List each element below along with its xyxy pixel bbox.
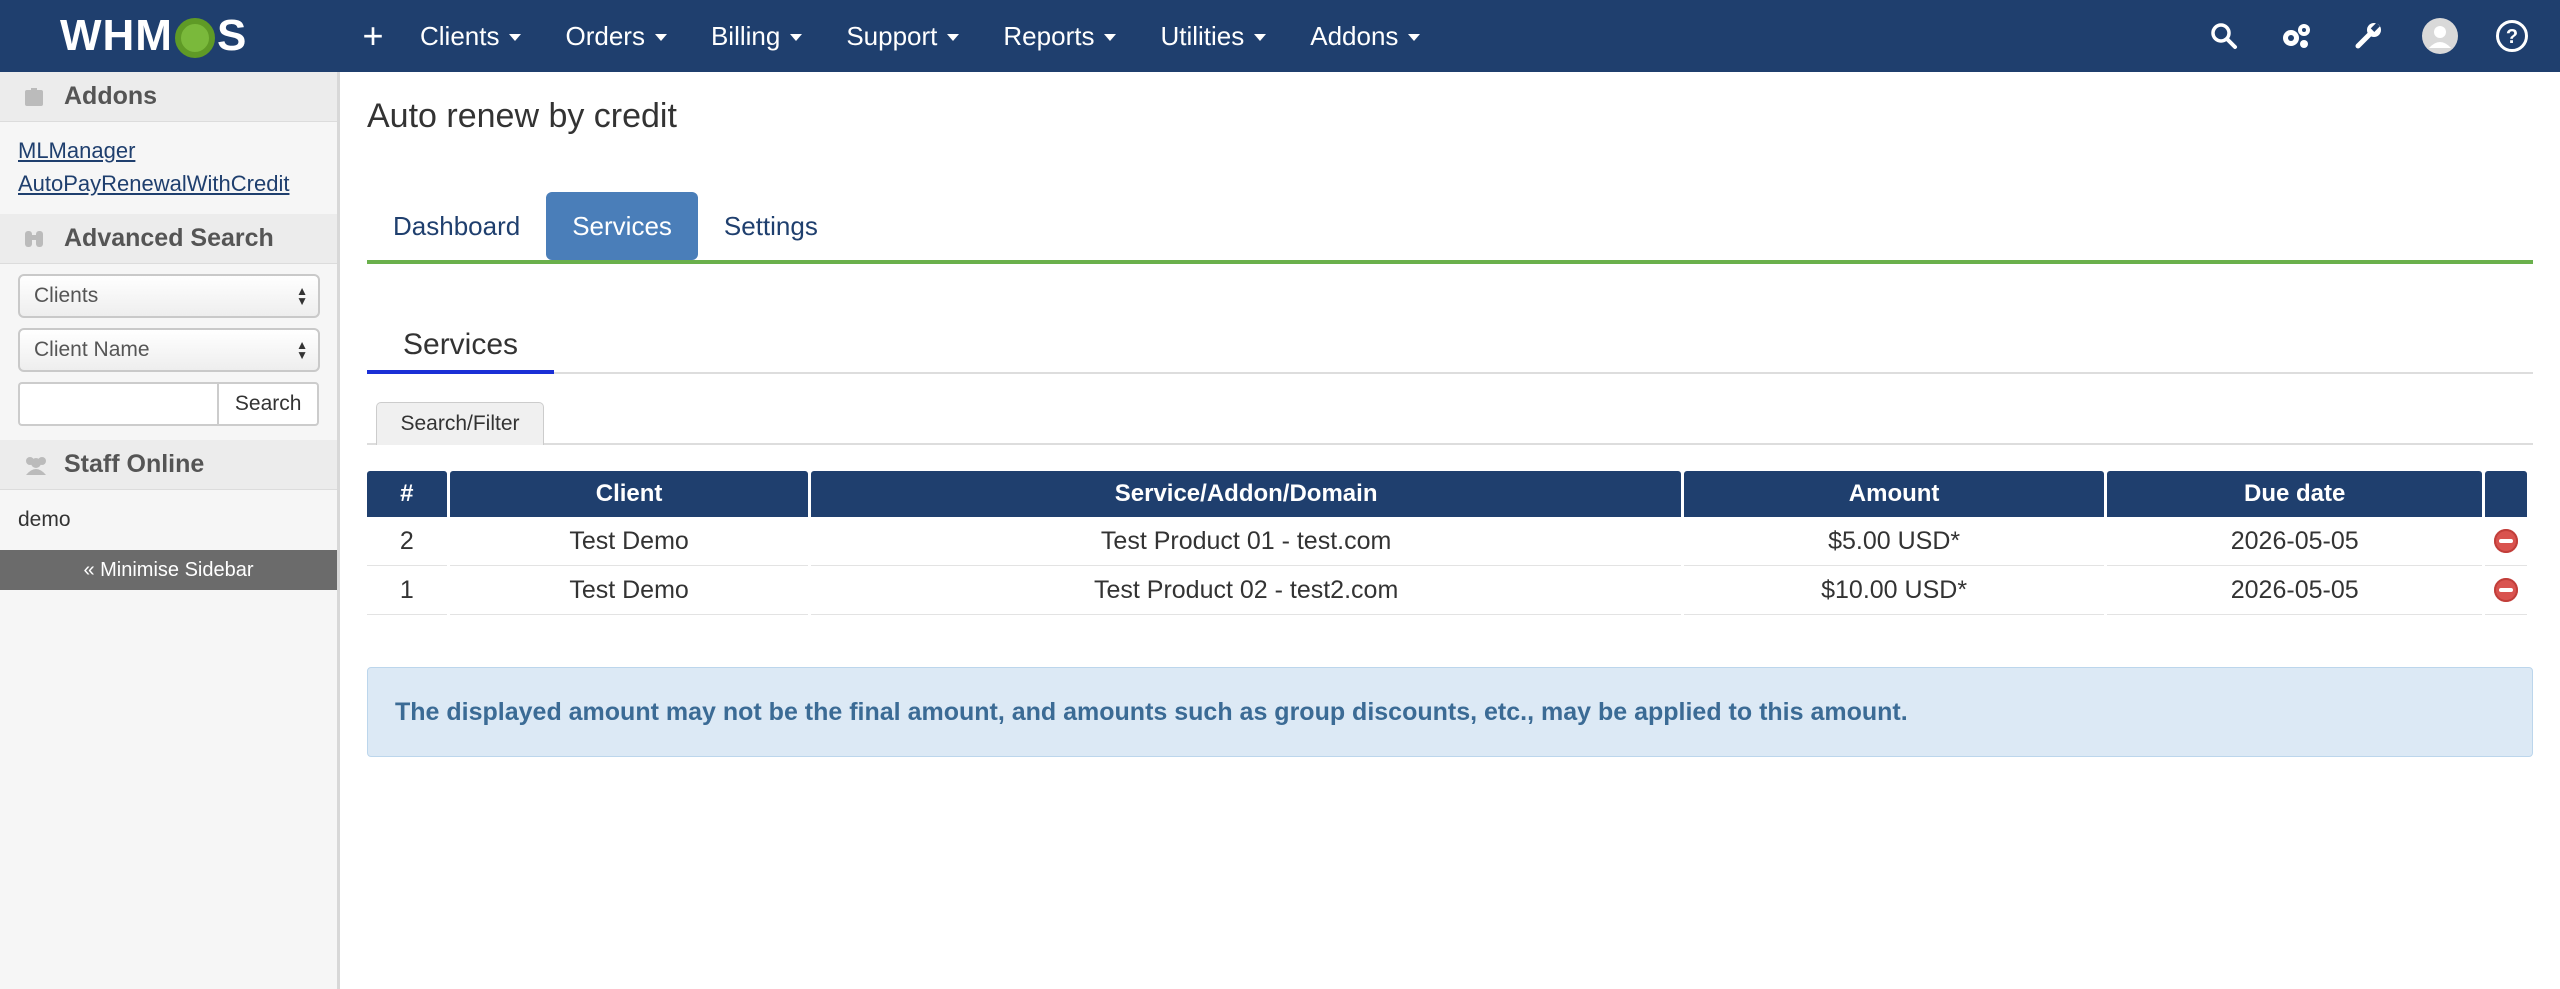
table-header-row: # Client Service/Addon/Domain Amount Due… [367,471,2527,517]
page-title: Auto renew by credit [367,97,677,135]
search-icon[interactable] [2188,0,2260,72]
caret-down-icon [654,34,667,41]
menu-clients[interactable]: Clients [398,0,543,72]
tab-settings[interactable]: Settings [698,192,844,260]
sidebar-advanced-search-header: Advanced Search [0,214,337,264]
col-header-service[interactable]: Service/Addon/Domain [811,471,1681,517]
col-header-id[interactable]: # [367,471,447,517]
logo-text-left: WHM [60,11,173,60]
select-arrows-icon: ▲ ▼ [296,284,308,308]
users-icon [22,453,48,477]
staff-online-user: demo [18,508,71,531]
subtab-services[interactable]: Services [367,320,555,374]
menu-billing-label: Billing [710,20,781,51]
binoculars-icon [22,227,48,251]
caret-down-icon [947,34,960,41]
caret-down-icon [1408,34,1421,41]
cell-client: Test Demo [449,566,809,615]
tab-services[interactable]: Services [546,192,698,260]
help-icon[interactable]: ? [2476,0,2548,72]
gears-icon[interactable] [2260,0,2332,72]
remove-icon[interactable] [2494,577,2519,602]
menu-reports-label: Reports [1003,20,1095,51]
sidebar-addons-links: MLManager AutoPayRenewalWithCredit [0,122,337,214]
remove-icon[interactable] [2494,528,2519,553]
menu-addons-label: Addons [1310,20,1399,51]
cell-due-date: 2026-05-05 [2107,566,2483,615]
whmcs-logo[interactable]: WHM S [0,0,340,72]
top-navbar: WHM S + Clients Orders Billing Support Re… [0,0,2560,72]
cell-id: 1 [367,566,447,615]
menu-orders[interactable]: Orders [543,0,688,72]
sidebar-link-mlmanager[interactable]: MLManager [18,134,319,167]
caret-down-icon [1254,34,1267,41]
wrench-icon[interactable] [2332,0,2404,72]
sidebar-addons-header: Addons [0,72,337,122]
cell-service: Test Product 01 - test.com [811,517,1681,566]
col-header-actions [2485,471,2527,517]
avatar-icon[interactable] [2404,0,2476,72]
sidebar-staff-online-header: Staff Online [0,440,337,490]
cell-due-date: 2026-05-05 [2107,517,2483,566]
sidebar: Addons MLManager AutoPayRenewalWithCredi… [0,72,340,989]
cell-client: Test Demo [449,517,809,566]
cell-amount: $5.00 USD* [1683,517,2105,566]
sidebar-search-input[interactable] [18,382,218,426]
caret-down-icon [790,34,803,41]
search-field-value: Client Name [34,338,150,361]
cube-icon [22,85,48,109]
svg-text:?: ? [2506,26,2518,48]
menu-support-label: Support [846,20,938,51]
cell-id: 2 [367,517,447,566]
main-menu: Clients Orders Billing Support Reports U… [398,0,1442,72]
main-content: Auto renew by credit Dashboard Services … [367,72,2533,757]
search-type-select[interactable]: Clients ▲ ▼ [18,274,320,318]
services-subtabs: Services [367,320,2533,374]
col-header-client[interactable]: Client [449,471,809,517]
search-filter-button[interactable]: Search/Filter [376,402,544,445]
search-type-value: Clients [34,284,99,307]
cell-amount: $10.00 USD* [1683,566,2105,615]
tab-dashboard[interactable]: Dashboard [367,192,546,260]
cell-actions [2485,517,2527,566]
table-row: 1 Test Demo Test Product 02 - test2.com … [367,566,2527,615]
menu-utilities[interactable]: Utilities [1138,0,1288,72]
select-arrows-icon: ▲ ▼ [296,338,308,362]
filter-row: Search/Filter [367,402,2533,445]
minimise-sidebar-button[interactable]: « Minimise Sidebar [0,550,337,590]
menu-clients-label: Clients [420,20,500,51]
sidebar-search-group: Search [18,382,319,426]
info-notice: The displayed amount may not be the fina… [367,667,2533,757]
add-new-button[interactable]: + [348,15,398,57]
menu-reports[interactable]: Reports [981,0,1138,72]
menu-addons[interactable]: Addons [1288,0,1442,72]
menu-utilities-label: Utilities [1160,20,1245,51]
cell-actions [2485,566,2527,615]
module-tabs: Dashboard Services Settings [367,192,2533,264]
logo-gear-icon [174,18,215,58]
services-table: # Client Service/Addon/Domain Amount Due… [364,471,2530,615]
sidebar-addons-title: Addons [64,82,158,110]
caret-down-icon [1104,34,1117,41]
table-row: 2 Test Demo Test Product 01 - test.com $… [367,517,2527,566]
menu-orders-label: Orders [565,20,645,51]
navbar-right-icons: ? [2188,0,2560,72]
sidebar-advanced-search-title: Advanced Search [64,224,274,252]
cell-service: Test Product 02 - test2.com [811,566,1681,615]
col-header-due-date[interactable]: Due date [2107,471,2483,517]
sidebar-staff-online-title: Staff Online [64,450,205,478]
caret-down-icon [509,34,522,41]
sidebar-search-button[interactable]: Search [217,382,319,426]
logo-text-right: S [216,11,248,60]
col-header-amount[interactable]: Amount [1683,471,2105,517]
sidebar-link-autopay[interactable]: AutoPayRenewalWithCredit [18,167,319,200]
menu-support[interactable]: Support [824,0,981,72]
search-field-select[interactable]: Client Name ▲ ▼ [18,328,320,372]
menu-billing[interactable]: Billing [689,0,824,72]
